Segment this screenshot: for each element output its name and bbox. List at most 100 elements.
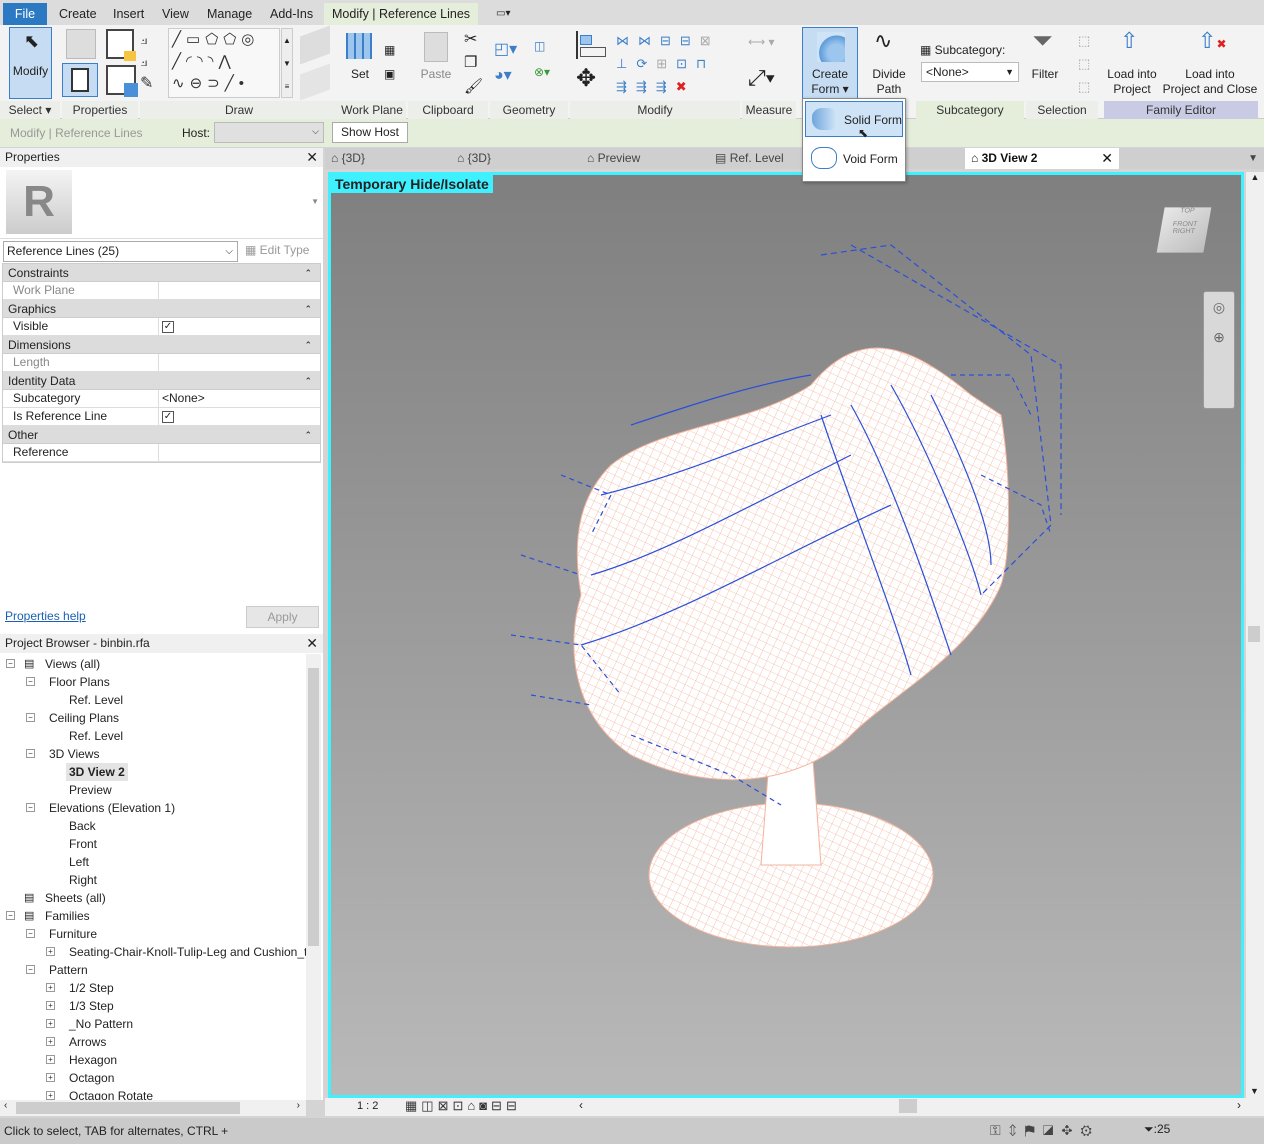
navigation-bar[interactable]: ◎ ⊕ [1203, 291, 1235, 409]
copy-icon[interactable]: ❐ [464, 53, 482, 71]
tab-modify-reference-lines[interactable]: Modify | Reference Lines [324, 3, 479, 25]
modify-tools[interactable]: ⋈⋈⊟⊟⊠ ⊥⟳⊞⊡⊓ ⇶⇶⇶✖ [616, 29, 740, 99]
tree-item[interactable]: 1/2 Step [69, 979, 114, 997]
tree-item[interactable]: Preview [69, 781, 112, 799]
close-view-tab-icon[interactable]: ✕ [1101, 148, 1113, 169]
show-work-plane-icon[interactable]: ▦ [384, 43, 402, 61]
property-value[interactable]: <None> [159, 390, 320, 407]
view-scale[interactable]: 1 : 2 [357, 1100, 378, 1112]
paste-button[interactable]: Paste [418, 29, 454, 99]
3d-viewport[interactable]: Temporary Hide/Isolate TOP FRONT RIGHT ◎ ⊕ [328, 172, 1244, 1098]
expand-icon[interactable]: + [46, 1091, 55, 1100]
viewcube-face[interactable]: TOP FRONT RIGHT [1156, 207, 1212, 253]
tree-item[interactable]: Ceiling Plans [49, 709, 119, 727]
property-group-header[interactable]: Identity Data ⌃ [3, 372, 320, 390]
property-group-header[interactable]: Dimensions ⌃ [3, 336, 320, 354]
wall-joins-icon[interactable]: ◫ [534, 39, 552, 57]
type-properties-icon[interactable] [106, 65, 138, 97]
expand-icon[interactable]: + [46, 1019, 55, 1028]
tree-item[interactable]: Ref. Level [69, 727, 123, 745]
cut-icon[interactable]: ✂ [464, 29, 482, 48]
tab-add-ins[interactable]: Add-Ins [262, 3, 321, 25]
cut-geometry-icon[interactable]: ◕▾ [494, 65, 512, 84]
join-geometry-icon[interactable]: ⊗▾ [534, 65, 552, 83]
modify-button[interactable]: ⬉ Modify [9, 27, 52, 99]
show-host-button[interactable]: Show Host [332, 122, 408, 143]
collapse-icon[interactable]: − [6, 911, 15, 920]
tree-item[interactable]: Front [69, 835, 97, 853]
tree-item[interactable]: Sheets (all) [45, 889, 106, 907]
selection-filter[interactable]: ⏷:25 [1144, 1122, 1170, 1137]
tree-item[interactable]: Ref. Level [69, 691, 123, 709]
tree-item[interactable]: _No Pattern [69, 1015, 133, 1033]
solid-form-item[interactable]: Solid Form ⬉ [805, 101, 903, 140]
expand-icon[interactable]: + [46, 1073, 55, 1082]
property-value[interactable] [159, 444, 320, 461]
ribbon-minimize-icon[interactable]: ▭▾ [488, 3, 518, 25]
edit-type-button[interactable]: ▦ Edit Type [245, 243, 309, 257]
measure-icon[interactable]: ⤢▾ [748, 65, 784, 90]
tab-manage[interactable]: Manage [199, 3, 260, 25]
collapse-icon[interactable]: ⌃ [304, 300, 312, 318]
tree-item[interactable]: Pattern [49, 961, 88, 979]
close-properties-icon[interactable]: ✕ [306, 148, 318, 167]
collapse-icon[interactable]: − [26, 929, 35, 938]
property-group-header[interactable]: Constraints ⌃ [3, 264, 320, 282]
tree-item[interactable]: Back [69, 817, 96, 835]
load-into-project-button[interactable]: ⇧ Load into Project [1104, 29, 1160, 99]
tree-item[interactable]: 1/3 Step [69, 997, 114, 1015]
view-tab-3d-view-2[interactable]: ⌂ 3D View 2 ✕ [965, 148, 1119, 169]
collapse-icon[interactable]: ⌃ [304, 336, 312, 354]
tab-file[interactable]: File [3, 3, 47, 25]
view-tab-3d-1[interactable]: ⌂ {3D} [331, 148, 365, 169]
view-control-icons[interactable]: ▦◫⊠⊡⌂◙⊟⊟ [405, 1098, 521, 1114]
property-group-header[interactable]: Graphics ⌃ [3, 300, 320, 318]
expand-icon[interactable]: + [46, 947, 55, 956]
panel-select[interactable]: Select ▾ [0, 101, 60, 119]
property-value[interactable]: ✓ [159, 408, 320, 425]
tab-insert[interactable]: Insert [105, 3, 152, 25]
property-value[interactable]: ✓ [159, 318, 320, 335]
property-value[interactable] [159, 282, 320, 299]
tab-create[interactable]: Create [51, 3, 105, 25]
selection-option-icons[interactable]: ⚿⇕⚑◪✥⚙ [990, 1122, 1100, 1139]
collapse-icon[interactable]: − [26, 803, 35, 812]
tree-item[interactable]: Seating-Chair-Knoll-Tulip-Leg and Cushio… [69, 943, 306, 961]
zoom-region-icon[interactable]: ⊕ [1213, 329, 1225, 345]
tree-item[interactable]: Views (all) [45, 655, 100, 673]
tree-item[interactable]: Octagon [69, 1069, 114, 1087]
create-form-button[interactable]: Create Form ▾ [802, 27, 858, 99]
view-tab-preview[interactable]: ⌂ Preview [587, 148, 640, 169]
divide-path-button[interactable]: ∿ Divide Path [864, 29, 914, 99]
tree-item[interactable]: Families [45, 907, 90, 925]
tree-item[interactable]: Arrows [69, 1033, 106, 1051]
viewport-vertical-scrollbar[interactable]: ▲ ▼ [1246, 172, 1264, 1098]
tree-item[interactable]: Hexagon [69, 1051, 117, 1069]
viewport-horizontal-scrollbar[interactable]: ‹ › [577, 1098, 1247, 1114]
aligned-dimension-icon[interactable]: ⟷ ▾ [748, 35, 784, 53]
view-tab-3d-2[interactable]: ⌂ {3D} [457, 148, 491, 169]
draw-gallery[interactable]: ╱▭⬠⬠◎ ╱◜◝◝⋀ ∿⊖⊃╱• [168, 28, 280, 98]
filter-button[interactable]: ⏷ Filter [1026, 27, 1064, 99]
pick-lines-icons[interactable]: ⟓ ⟓ ✎ [140, 29, 170, 95]
expand-icon[interactable]: + [46, 1037, 55, 1046]
steering-wheel-icon[interactable]: ◎ [1213, 299, 1225, 315]
family-category-icon[interactable] [66, 29, 96, 59]
match-properties-icon[interactable]: 🖌 [464, 77, 483, 95]
properties-toggle-icon[interactable] [62, 63, 98, 97]
move-icon[interactable]: ✥ [576, 67, 596, 91]
tree-vertical-scrollbar[interactable] [306, 654, 321, 1100]
tree-item[interactable]: Octagon Rotate [69, 1087, 153, 1100]
collapse-icon[interactable]: − [26, 677, 35, 686]
tree-item[interactable]: Left [69, 853, 89, 871]
expand-icon[interactable]: + [46, 1001, 55, 1010]
checkbox[interactable]: ✓ [162, 320, 174, 333]
tree-item[interactable]: Right [69, 871, 97, 889]
tree-item[interactable]: 3D View 2 [66, 763, 128, 781]
tree-horizontal-scrollbar[interactable]: ‹ › [0, 1100, 306, 1116]
load-into-project-and-close-button[interactable]: ⇧✖ Load into Project and Close [1162, 29, 1258, 99]
selection-tools[interactable]: ⬚ ⬚ ⬚ [1078, 29, 1096, 98]
tab-list-dropdown-icon[interactable]: ▼ [1248, 148, 1258, 169]
collapse-icon[interactable]: ⌃ [304, 372, 312, 390]
property-group-header[interactable]: Other ⌃ [3, 426, 320, 444]
